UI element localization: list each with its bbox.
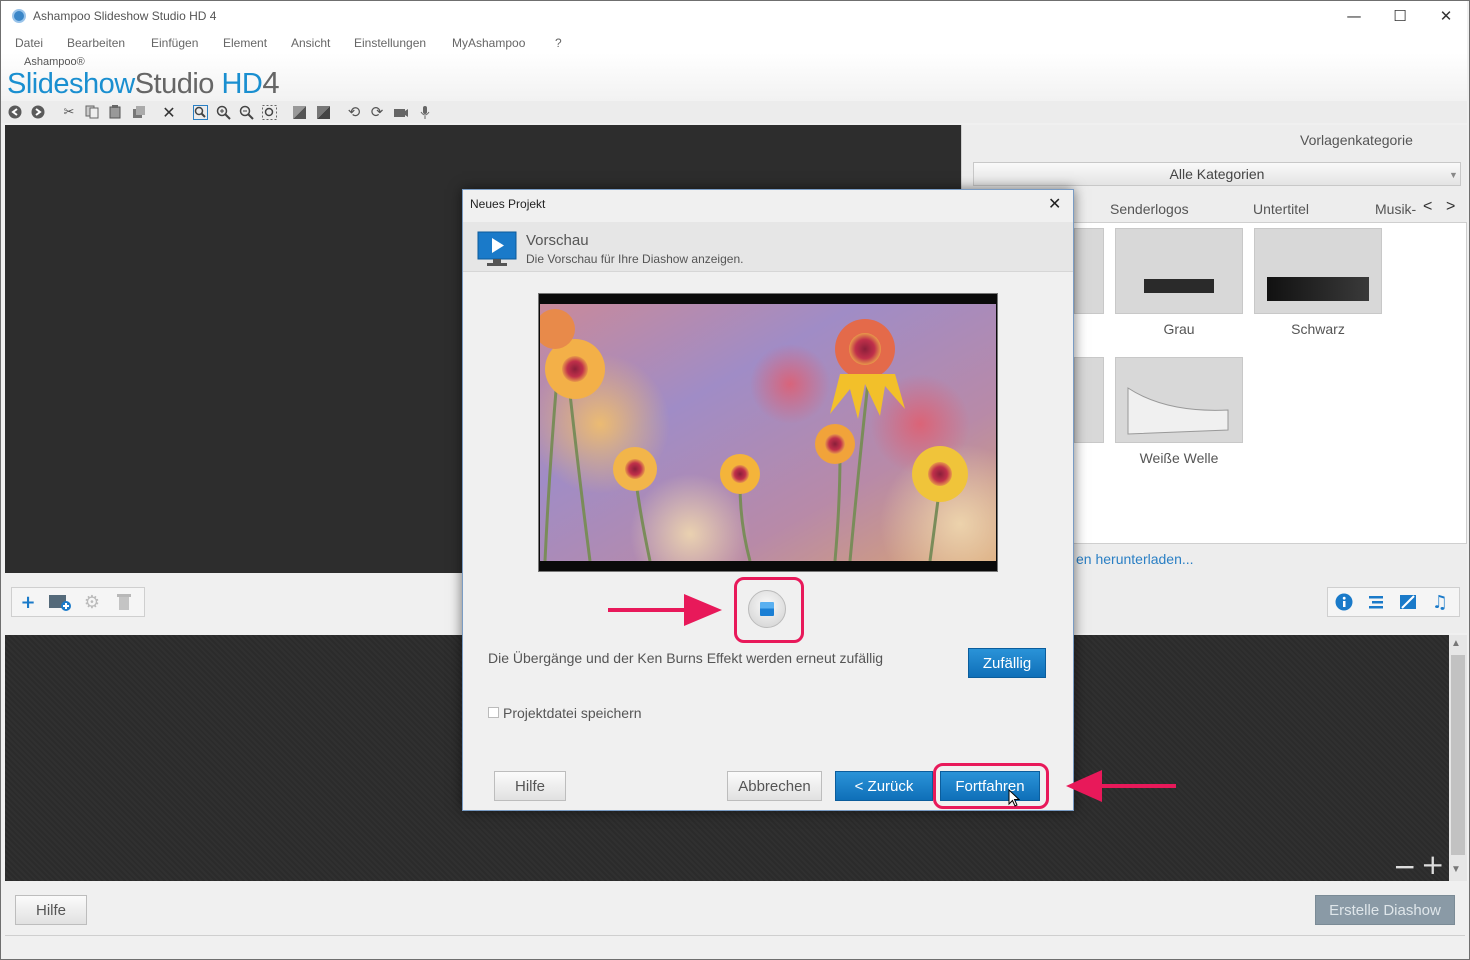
music-icon[interactable]: ♫ [1424, 588, 1456, 616]
dialog-subheading: Die Vorschau für Ihre Diashow anzeigen. [526, 252, 744, 266]
title-bar [1, 1, 1467, 33]
tab-musik[interactable]: Musik- [1375, 201, 1416, 217]
menu-element[interactable]: Element [223, 36, 267, 50]
app-icon [12, 9, 26, 23]
save-project-label[interactable]: Projektdatei speichern [503, 705, 642, 721]
zoom-in-icon[interactable] [215, 104, 231, 120]
scrollbar-thumb[interactable] [1451, 655, 1465, 855]
back-icon[interactable] [7, 104, 23, 120]
paste-icon[interactable] [107, 104, 123, 120]
list-icon[interactable] [1360, 588, 1392, 616]
rotate-right-icon[interactable]: ⟳ [369, 103, 385, 121]
template-thumb-grau[interactable] [1115, 228, 1243, 314]
cut-icon[interactable]: ✂ [61, 104, 77, 120]
annotation-highlight-stop [734, 577, 804, 643]
help-button[interactable]: Hilfe [15, 895, 87, 925]
tab-prev-icon[interactable]: < [1423, 198, 1432, 216]
preview-image [540, 304, 996, 561]
info-icon[interactable] [1328, 588, 1360, 616]
trash-icon[interactable] [108, 588, 140, 616]
template-thumb-schwarz[interactable] [1254, 228, 1382, 314]
cancel-button[interactable]: Abbrechen [727, 771, 822, 801]
forward-icon[interactable] [30, 104, 46, 120]
dialog-help-button[interactable]: Hilfe [494, 771, 566, 801]
menu-myashampoo[interactable]: MyAshampoo [452, 36, 525, 50]
annotation-arrow-right-icon [606, 590, 724, 630]
zoom-fit-icon[interactable] [192, 104, 208, 120]
menu-datei[interactable]: Datei [15, 36, 43, 50]
close-window-button[interactable]: ✕ [1423, 0, 1469, 32]
window-title: Ashampoo Slideshow Studio HD 4 [33, 9, 217, 23]
zoom-out-button[interactable]: − [1393, 850, 1416, 883]
effect-b-icon[interactable] [315, 104, 331, 120]
logo-part-hd: HD [221, 68, 263, 100]
zoom-out-icon[interactable] [238, 104, 254, 120]
panel-toolbar: ♫ [1327, 587, 1460, 617]
template-label-weisse-welle: Weiße Welle [1139, 450, 1219, 466]
chevron-down-icon: ▼ [1449, 170, 1458, 180]
menu-bearbeiten[interactable]: Bearbeiten [67, 36, 125, 50]
delete-icon[interactable]: ✕ [161, 103, 177, 122]
create-slideshow-button[interactable]: Erstelle Diashow [1315, 895, 1455, 925]
menu-einfuegen[interactable]: Einfügen [151, 36, 198, 50]
random-info-text: Die Übergänge und der Ken Burns Effekt w… [488, 650, 884, 666]
random-button[interactable]: Zufällig [968, 648, 1046, 678]
rotate-left-icon[interactable]: ⟲ [346, 103, 362, 121]
microphone-icon[interactable] [417, 104, 433, 120]
minimize-button[interactable]: — [1331, 0, 1377, 32]
template-thumb-partial[interactable] [1074, 228, 1104, 314]
template-thumb-partial-2[interactable] [1074, 357, 1104, 443]
category-label: Vorlagenkategorie [1300, 132, 1413, 148]
monitor-play-icon [477, 231, 517, 267]
menu-bar [1, 33, 1467, 53]
slide-toolbar: + ⚙ [11, 587, 145, 617]
tab-next-icon[interactable]: > [1446, 198, 1455, 216]
logo-part-studio: Studio [134, 68, 215, 100]
menu-einstellungen[interactable]: Einstellungen [354, 36, 426, 50]
category-select[interactable]: Alle Kategorien [973, 162, 1461, 186]
mouse-cursor-icon [1008, 788, 1021, 807]
effect-a-icon[interactable] [291, 104, 307, 120]
logo-part-version: 4 [262, 65, 280, 100]
duplicate-icon[interactable] [131, 104, 147, 120]
add-image-icon[interactable] [44, 588, 76, 616]
template-label-schwarz: Schwarz [1291, 321, 1345, 337]
add-icon[interactable]: + [12, 588, 44, 616]
back-button[interactable]: < Zurück [835, 771, 933, 801]
maximize-button[interactable]: ☐ [1377, 0, 1423, 32]
status-bar [5, 935, 1465, 955]
zoom-in-button[interactable]: + [1421, 848, 1444, 881]
transition-icon[interactable] [1392, 588, 1424, 616]
scroll-up-icon[interactable]: ▲ [1451, 638, 1461, 649]
zoom-select-icon[interactable] [261, 104, 277, 120]
template-label-grau: Grau [1163, 321, 1195, 337]
copy-icon[interactable] [84, 104, 100, 120]
save-project-checkbox[interactable] [488, 707, 499, 718]
annotation-arrow-left-icon [1064, 766, 1178, 806]
template-thumb-weisse-welle[interactable] [1115, 357, 1243, 443]
app-logo: SlideshowStudio HD4 [7, 65, 280, 101]
annotation-highlight-continue [933, 763, 1049, 809]
logo-part-slideshow: Slideshow [7, 68, 135, 100]
camera-icon[interactable] [393, 104, 409, 120]
tab-untertitel[interactable]: Untertitel [1253, 201, 1309, 217]
download-templates-link[interactable]: en herunterladen... [1076, 551, 1194, 567]
dialog-close-button[interactable]: ✕ [1048, 194, 1061, 213]
tab-senderlogos[interactable]: Senderlogos [1110, 201, 1189, 217]
dialog-title: Neues Projekt [470, 197, 546, 211]
dialog-heading: Vorschau [526, 232, 589, 249]
menu-ansicht[interactable]: Ansicht [291, 36, 330, 50]
menu-help[interactable]: ? [555, 36, 562, 50]
settings-icon[interactable]: ⚙ [76, 588, 108, 616]
scroll-down-icon[interactable]: ▼ [1451, 864, 1461, 875]
